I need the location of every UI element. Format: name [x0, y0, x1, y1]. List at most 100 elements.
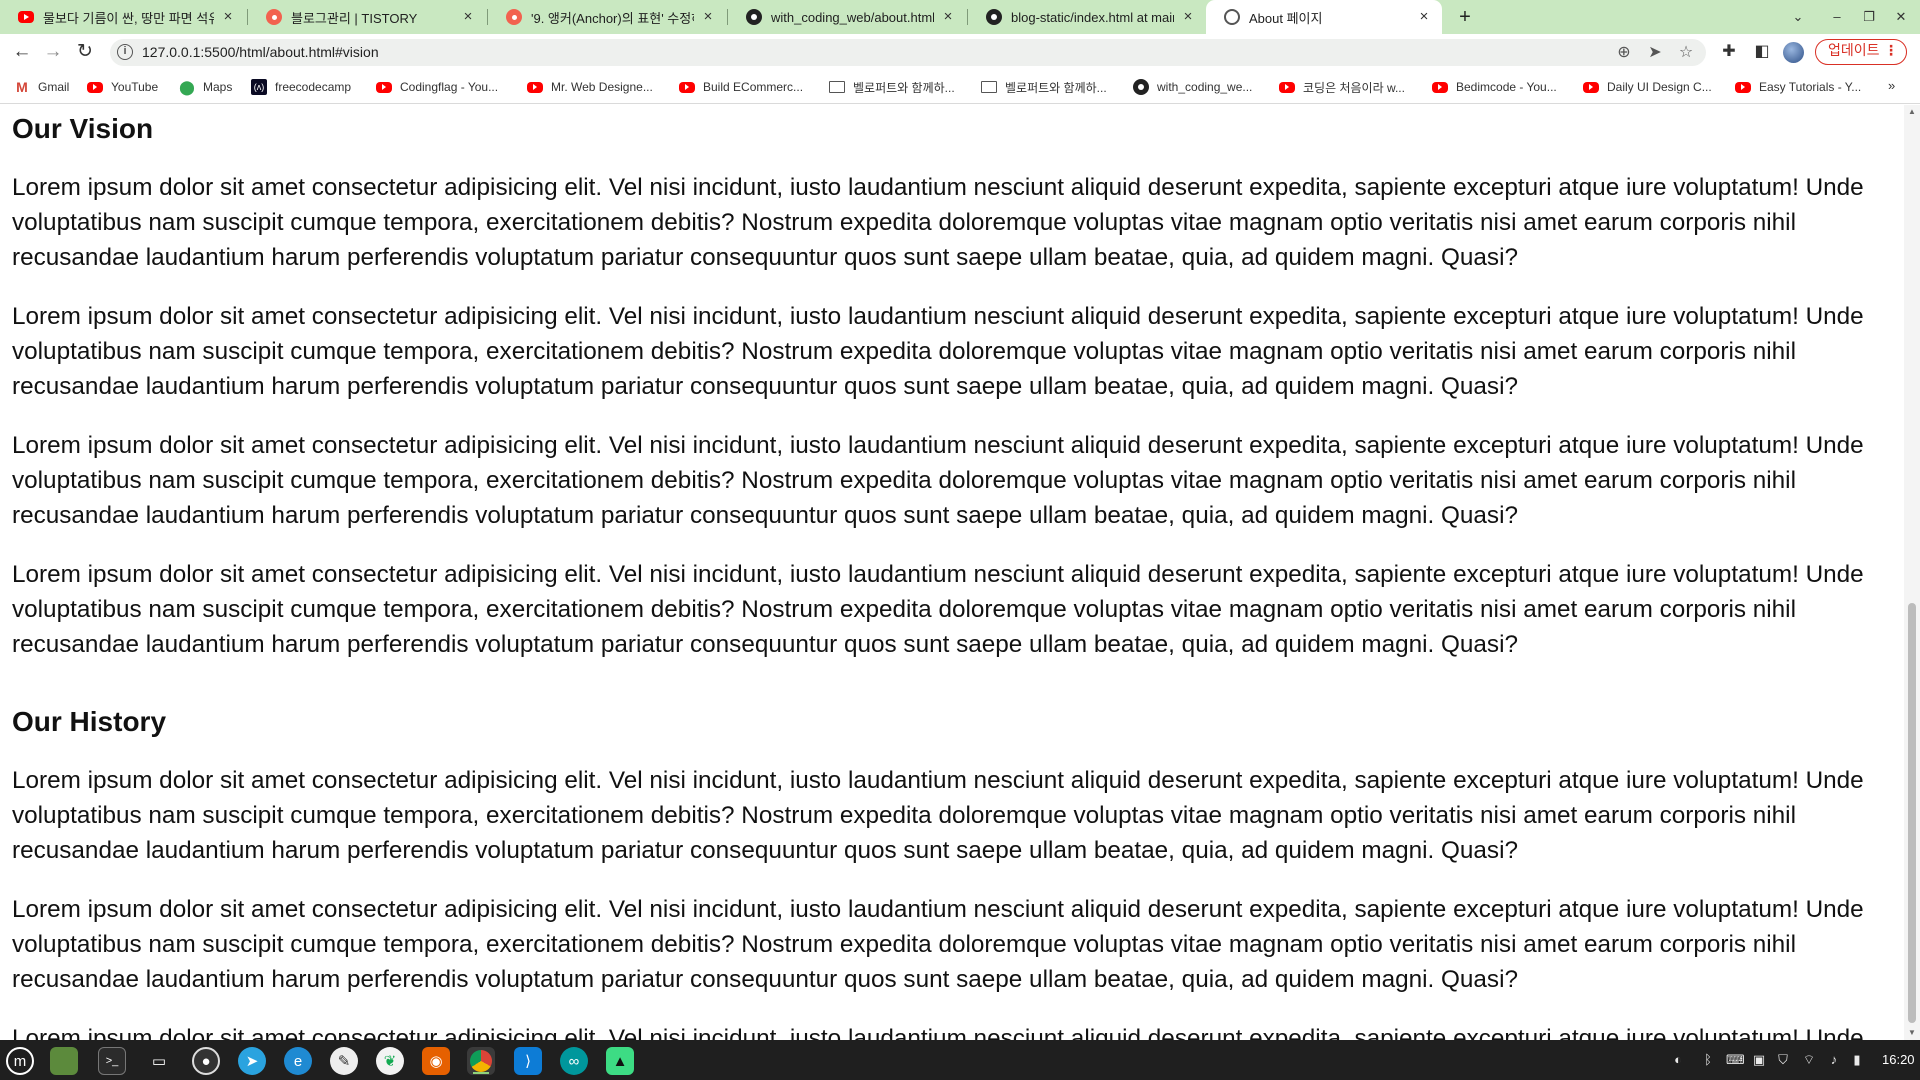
- bookmark-star-icon[interactable]: ☆: [1675, 42, 1697, 64]
- bookmark-coding-first-time[interactable]: 코딩은 처음이라 w...: [1279, 77, 1405, 97]
- arduino-icon[interactable]: ∞: [560, 1047, 588, 1075]
- address-bar[interactable]: i 127.0.0.1:5500/html/about.html#vision …: [110, 39, 1706, 66]
- bookmark-label: Gmail: [38, 80, 70, 94]
- running-indicator: [473, 1072, 489, 1074]
- battery-icon[interactable]: ▮: [1848, 1050, 1866, 1070]
- firefox-icon[interactable]: ◉: [422, 1047, 450, 1075]
- bookmark-freecodecamp[interactable]: (ʌ) freecodecamp: [251, 77, 351, 97]
- update-button[interactable]: 업데이트 ⋮: [1815, 39, 1907, 65]
- mongodb-compass-icon[interactable]: ❦: [376, 1047, 404, 1075]
- tab-youtube-oil[interactable]: 물보다 기름이 싼, 땅만 파면 석유 ×: [0, 0, 246, 34]
- tab-title: 블로그관리 | TISTORY: [291, 10, 418, 26]
- book-icon: [981, 81, 997, 93]
- tab-title: with_coding_web/about.html: [771, 9, 934, 25]
- tab-github-about[interactable]: with_coding_web/about.html ×: [728, 0, 966, 34]
- gmail-icon: M: [16, 79, 28, 95]
- reload-icon[interactable]: ↻: [73, 40, 97, 64]
- inkscape-icon[interactable]: ✎: [330, 1047, 358, 1075]
- close-window-icon[interactable]: ✕: [1889, 6, 1913, 28]
- restore-icon[interactable]: ❐: [1857, 6, 1881, 28]
- zoom-icon[interactable]: ⊕: [1613, 42, 1635, 64]
- volume-icon[interactable]: ♪: [1826, 1050, 1842, 1070]
- show-desktop-icon[interactable]: [50, 1047, 78, 1075]
- scrollbar-thumb[interactable]: [1908, 603, 1916, 1023]
- bookmark-easy-tutorials[interactable]: Easy Tutorials - Y...: [1735, 77, 1861, 97]
- terminal-icon[interactable]: >_: [98, 1047, 126, 1075]
- close-icon[interactable]: ×: [700, 9, 716, 25]
- history-paragraph: Lorem ipsum dolor sit amet consectetur a…: [12, 1025, 1864, 1040]
- cc-icon[interactable]: ◐: [1666, 1050, 1690, 1070]
- wifi-icon[interactable]: ⌔: [1800, 1050, 1818, 1070]
- send-icon[interactable]: ➤: [1644, 42, 1666, 64]
- keyboard-icon[interactable]: ⌨: [1726, 1050, 1745, 1070]
- mint-menu-icon[interactable]: m: [6, 1047, 34, 1075]
- bookmark-build-ecommerce[interactable]: Build ECommerc...: [679, 77, 803, 97]
- tab-tistory-manage[interactable]: 블로그관리 | TISTORY ×: [248, 0, 486, 34]
- side-panel-icon[interactable]: ◧: [1751, 41, 1773, 63]
- tab-about-page[interactable]: About 페이지 ×: [1206, 0, 1442, 34]
- book-icon: [829, 81, 845, 93]
- bluetooth-icon[interactable]: ᛒ: [1700, 1050, 1716, 1070]
- new-tab-button[interactable]: +: [1454, 6, 1476, 28]
- page-body: Our Vision Lorem ipsum dolor sit amet co…: [0, 105, 1904, 1040]
- vision-paragraph: Lorem ipsum dolor sit amet consectetur a…: [12, 303, 1864, 400]
- bookmark-velopert-2[interactable]: 벨로퍼트와 함께하...: [981, 77, 1107, 97]
- close-icon[interactable]: ×: [220, 9, 236, 25]
- bookmark-label: YouTube: [111, 80, 159, 94]
- youtube-icon: [376, 81, 392, 93]
- bookmark-daily-ui-design[interactable]: Daily UI Design C...: [1583, 77, 1712, 97]
- clipboard-icon[interactable]: ▣: [1750, 1050, 1768, 1070]
- tab-search-chevron-icon[interactable]: ⌄: [1786, 6, 1810, 28]
- shield-icon[interactable]: ⛉: [1774, 1050, 1792, 1070]
- youtube-icon: [87, 81, 103, 93]
- vision-heading: Our Vision: [12, 113, 154, 144]
- scroll-up-arrow-icon[interactable]: ▲: [1904, 105, 1920, 119]
- bookmark-with-coding-web[interactable]: with_coding_we...: [1133, 77, 1252, 97]
- bookmark-mr-web-designer[interactable]: Mr. Web Designe...: [527, 77, 653, 97]
- tab-title: '9. 앵커(Anchor)의 표현' 수정하: [531, 10, 694, 26]
- bookmark-label: 벨로퍼트와 함께하...: [1005, 80, 1107, 95]
- bookmark-label: with_coding_we...: [1157, 80, 1253, 94]
- more-bookmarks-chevron-icon[interactable]: »: [1888, 78, 1895, 93]
- close-icon[interactable]: ×: [460, 9, 476, 25]
- vision-paragraph: Lorem ipsum dolor sit amet consectetur a…: [12, 174, 1864, 271]
- bookmark-velopert-1[interactable]: 벨로퍼트와 함께하...: [829, 77, 955, 97]
- vscode-icon[interactable]: ⟩: [514, 1047, 542, 1075]
- bookmark-label: Bedimcode - You...: [1456, 80, 1557, 94]
- bookmarks-bar: M Gmail YouTube ⬤ Maps (ʌ) freecodecamp …: [0, 70, 1920, 104]
- edge-icon[interactable]: e: [284, 1047, 312, 1075]
- android-studio-icon[interactable]: ▲: [606, 1047, 634, 1075]
- more-menu-icon[interactable]: ⋮: [1884, 40, 1898, 63]
- maps-icon: ⬤: [179, 78, 195, 95]
- obs-icon[interactable]: ●: [192, 1047, 220, 1075]
- bookmark-codingflag[interactable]: Codingflag - You...: [376, 77, 498, 97]
- bookmark-maps[interactable]: ⬤ Maps: [179, 77, 232, 97]
- tab-tistory-anchor[interactable]: '9. 앵커(Anchor)의 표현' 수정하 ×: [488, 0, 726, 34]
- close-icon[interactable]: ×: [1416, 9, 1432, 25]
- github-icon: [986, 9, 1002, 25]
- bookmark-label: Easy Tutorials - Y...: [1759, 80, 1862, 94]
- tab-github-blog-static[interactable]: blog-static/index.html at main ×: [968, 0, 1206, 34]
- history-section: Our History Lorem ipsum dolor sit amet c…: [12, 698, 1904, 1040]
- bookmark-gmail[interactable]: M Gmail: [14, 77, 69, 97]
- back-arrow-icon[interactable]: ←: [10, 40, 34, 64]
- chrome-icon[interactable]: [467, 1047, 495, 1075]
- clock[interactable]: 16:20: [1882, 1050, 1915, 1070]
- close-icon[interactable]: ×: [1180, 9, 1196, 25]
- bookmark-label: 벨로퍼트와 함께하...: [853, 80, 955, 95]
- bookmark-label: Mr. Web Designe...: [551, 80, 653, 94]
- vertical-scrollbar[interactable]: ▲ ▼: [1904, 105, 1920, 1040]
- minimize-icon[interactable]: –: [1825, 6, 1849, 28]
- extensions-puzzle-icon[interactable]: ✚: [1718, 41, 1740, 63]
- github-icon: [1133, 79, 1149, 95]
- forward-arrow-icon[interactable]: →: [41, 40, 65, 64]
- bookmark-youtube[interactable]: YouTube: [87, 77, 158, 97]
- scroll-down-arrow-icon[interactable]: ▼: [1904, 1026, 1920, 1040]
- bookmark-bedimcode[interactable]: Bedimcode - You...: [1432, 77, 1557, 97]
- address-url[interactable]: 127.0.0.1:5500/html/about.html#vision: [142, 44, 379, 60]
- telegram-icon[interactable]: ➤: [238, 1047, 266, 1075]
- close-icon[interactable]: ×: [940, 9, 956, 25]
- files-icon[interactable]: ▭: [145, 1047, 173, 1075]
- avatar[interactable]: [1783, 42, 1804, 63]
- site-info-icon[interactable]: i: [117, 44, 133, 60]
